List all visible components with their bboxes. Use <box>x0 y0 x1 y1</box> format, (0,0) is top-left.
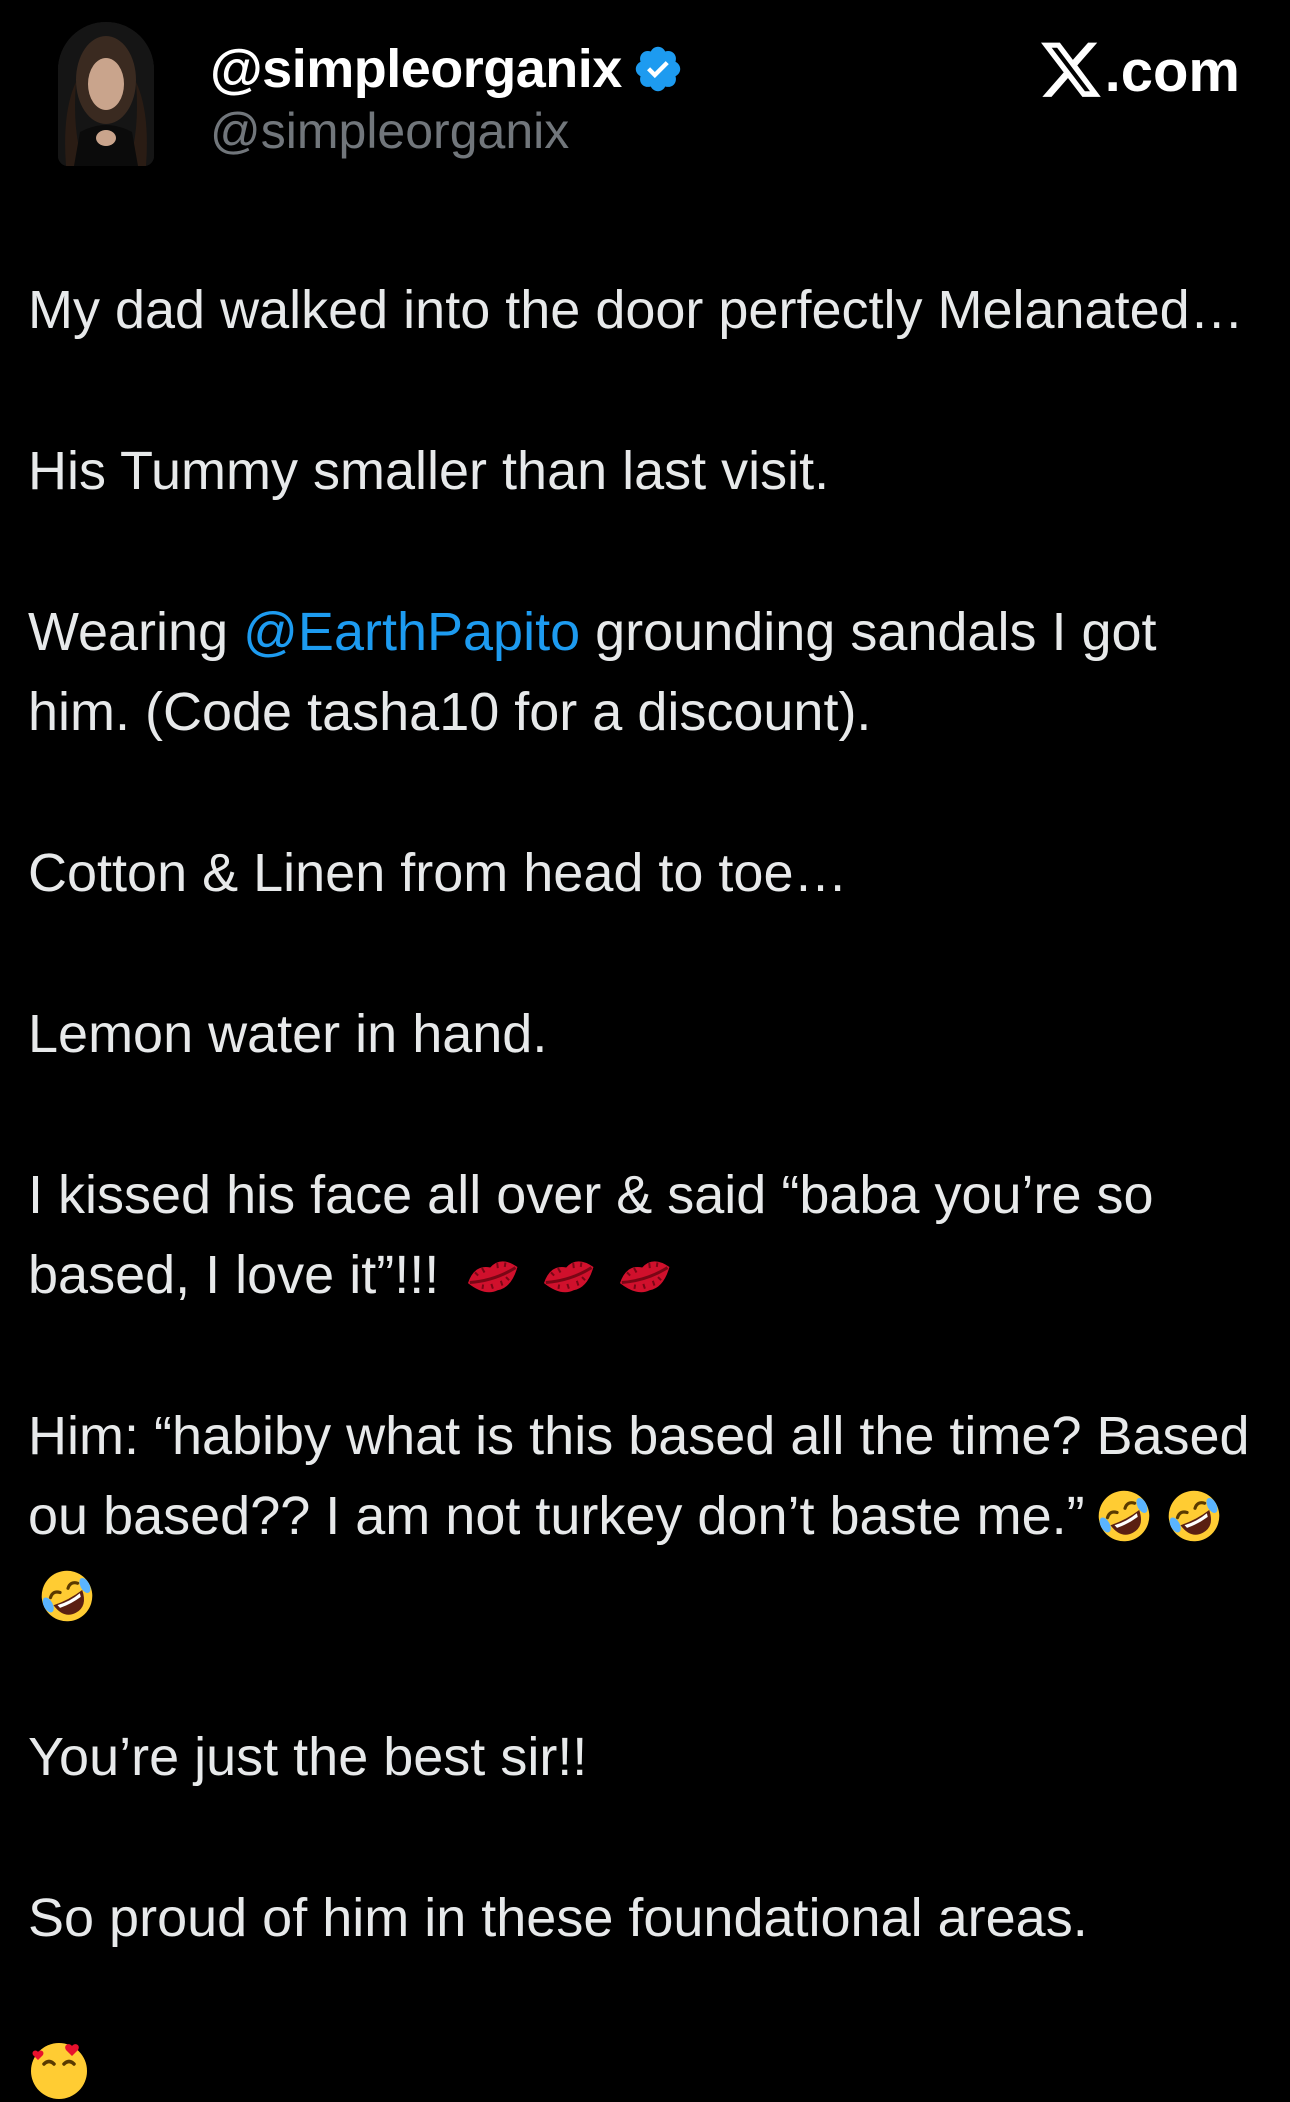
tweet-paragraph-3: Wearing @EarthPapito grounding sandals I… <box>28 592 1258 752</box>
tweet-paragraph-2: His Tummy smaller than last visit. <box>28 441 830 501</box>
tweet-paragraph-1: My dad walked into the door perfectly Me… <box>28 280 1244 340</box>
verified-badge-icon <box>635 46 680 92</box>
site-label: .com <box>1104 38 1240 104</box>
tweet-header: @simpleorganix @simpleorganix .com <box>0 0 1290 180</box>
mention-link[interactable]: @EarthPapito <box>243 602 580 662</box>
tweet-paragraph-5: Lemon water in hand. <box>28 1004 548 1064</box>
kiss-mark-icon <box>620 1261 670 1293</box>
tweet-paragraph-6: I kissed his face all over & said “baba … <box>28 1155 1258 1315</box>
kiss-mark-icon <box>468 1261 518 1293</box>
text-segment: Wearing <box>28 602 244 662</box>
kiss-mark-icon <box>544 1261 594 1293</box>
tweet-paragraph-8: You’re just the best sir!! <box>28 1727 588 1787</box>
tweet-paragraph-9: So proud of him in these foundational ar… <box>28 1888 1088 1948</box>
rolling-laughing-icon <box>41 1570 93 1622</box>
name-row: @simpleorganix <box>210 34 684 104</box>
tweet-paragraph-4: Cotton & Linen from head to toe… <box>28 843 848 903</box>
rolling-laughing-icon <box>1098 1490 1149 1542</box>
profile-photo-icon <box>58 22 154 166</box>
text-segment: Him: “habiby what is this based all the … <box>28 1406 1250 1546</box>
user-handle[interactable]: @simpleorganix <box>210 102 569 160</box>
display-name[interactable]: @simpleorganix <box>210 38 622 100</box>
rolling-laughing-icon <box>1168 1490 1219 1542</box>
tweet-body: My dad walked into the door perfectly Me… <box>28 270 1258 2039</box>
site-brand[interactable]: .com <box>1040 36 1240 106</box>
tweet-paragraph-7: Him: “habiby what is this based all the … <box>28 1396 1258 1636</box>
x-logo-icon <box>1040 42 1101 97</box>
smiling-hearts-icon <box>31 2043 87 2099</box>
avatar[interactable] <box>58 22 154 166</box>
